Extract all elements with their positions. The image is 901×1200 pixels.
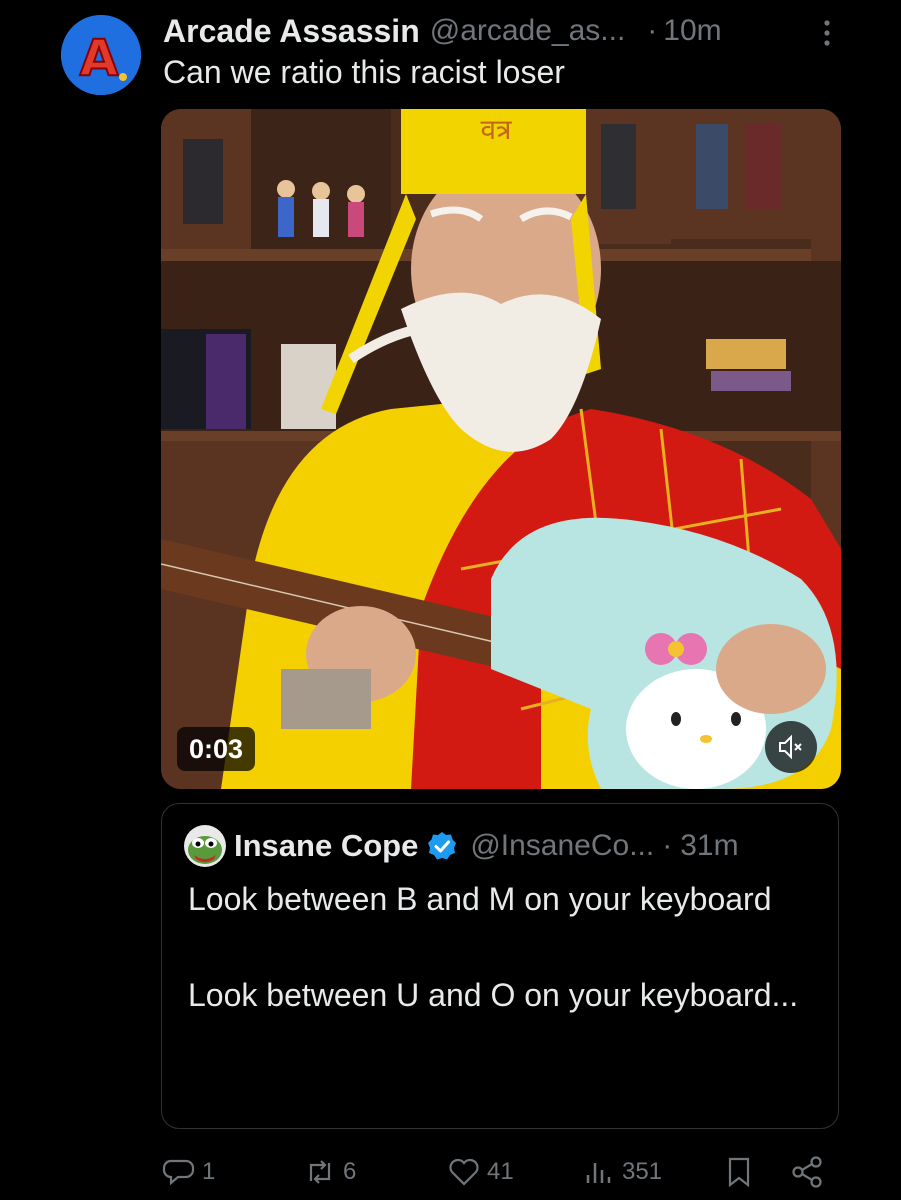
quoted-post[interactable]: Insane Cope @InsaneCo... · 31m Look betw… <box>161 803 839 1129</box>
quote-line: Look between B and M on your keyboard <box>188 881 772 917</box>
repost-button[interactable]: 6 <box>303 1150 356 1194</box>
quote-text: Look between B and M on your keyboard Lo… <box>188 876 808 1018</box>
reply-count: 1 <box>202 1158 216 1185</box>
views-button[interactable]: 351 <box>582 1150 662 1194</box>
like-count: 41 <box>487 1158 514 1185</box>
quote-author-name[interactable]: Insane Cope <box>234 828 418 864</box>
hat-text: वत्र <box>480 113 512 146</box>
mute-icon[interactable] <box>765 721 817 773</box>
post-text: Can we ratio this racist loser <box>163 54 565 90</box>
video-duration: 0:03 <box>177 727 256 771</box>
verified-icon <box>426 830 458 862</box>
post-video[interactable]: वत्र 0:03 <box>161 109 841 789</box>
separator-dot: · <box>647 14 658 47</box>
more-icon[interactable] <box>817 18 837 48</box>
author-name[interactable]: Arcade Assassin <box>163 13 420 50</box>
quote-author-handle[interactable]: @InsaneCo... <box>470 829 654 863</box>
quote-time[interactable]: 31m <box>680 829 738 863</box>
quote-line: Look between U and O on your keyboard... <box>188 977 799 1013</box>
share-icon <box>792 1156 822 1188</box>
views-icon <box>586 1163 611 1183</box>
quote-avatar[interactable] <box>184 825 226 867</box>
bookmark-button[interactable] <box>722 1150 762 1194</box>
post-header: Arcade Assassin @arcade_as... · 10m <box>163 8 843 54</box>
author-handle[interactable]: @arcade_as... <box>430 14 626 48</box>
action-bar: 1 6 41 351 <box>0 1150 901 1194</box>
separator-dot: · <box>662 829 673 862</box>
avatar-letter: A <box>80 29 119 87</box>
view-count: 351 <box>622 1158 663 1185</box>
quote-header: Insane Cope @InsaneCo... · 31m <box>184 824 824 868</box>
post-time[interactable]: 10m <box>663 14 721 48</box>
video-frame: वत्र <box>161 109 841 789</box>
share-button[interactable] <box>790 1150 830 1194</box>
reply-icon <box>162 1159 195 1186</box>
like-button[interactable]: 41 <box>447 1150 514 1194</box>
reply-button[interactable]: 1 <box>162 1150 215 1194</box>
repost-count: 6 <box>343 1158 357 1185</box>
repost-icon <box>309 1160 331 1184</box>
bookmark-icon <box>728 1157 750 1188</box>
like-icon <box>449 1158 479 1186</box>
author-avatar[interactable]: A <box>61 15 141 95</box>
